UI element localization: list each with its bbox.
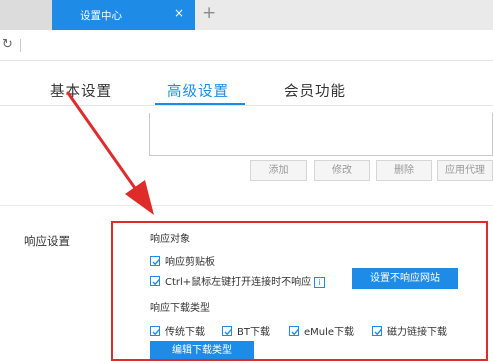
annotation-arrow [66, 91, 154, 215]
